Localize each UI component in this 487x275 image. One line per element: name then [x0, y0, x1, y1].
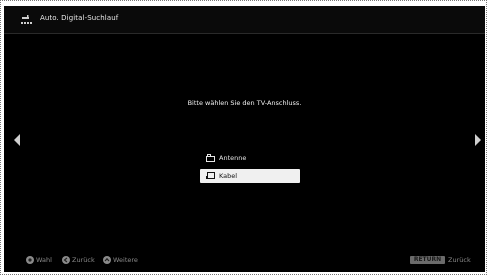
- return-key-badge: RETURN: [410, 256, 445, 264]
- screenshot-frame: Auto. Digital-Suchlauf Bitte wählen Sie …: [0, 0, 487, 275]
- option-kabel[interactable]: Kabel: [200, 169, 300, 183]
- antenna-icon: [21, 15, 32, 24]
- select-button-icon: [26, 256, 34, 264]
- chevron-right-icon[interactable]: [475, 134, 481, 146]
- more-button-icon: [103, 256, 111, 264]
- option-antenne[interactable]: Antenne: [200, 151, 300, 165]
- back-button-icon: [62, 256, 70, 264]
- page-title: Auto. Digital-Suchlauf: [40, 14, 119, 22]
- hint-label: Zurück: [72, 256, 95, 264]
- option-label: Antenne: [219, 154, 247, 162]
- antenna-connector-icon: [206, 154, 215, 162]
- tv-screen: Auto. Digital-Suchlauf Bitte wählen Sie …: [4, 6, 485, 272]
- option-label: Kabel: [219, 172, 238, 180]
- prompt-text: Bitte wählen Sie den TV-Anschluss.: [187, 99, 302, 107]
- hint-label: Wahl: [36, 256, 52, 264]
- return-label: Zurück: [448, 256, 471, 264]
- hint-label: Weitere: [113, 256, 138, 264]
- chevron-left-icon[interactable]: [14, 134, 20, 146]
- footer-hints: Wahl Zurück Weitere RETURN Zurück: [4, 254, 485, 268]
- header-bar: Auto. Digital-Suchlauf: [4, 6, 485, 34]
- cable-connector-icon: [206, 172, 215, 179]
